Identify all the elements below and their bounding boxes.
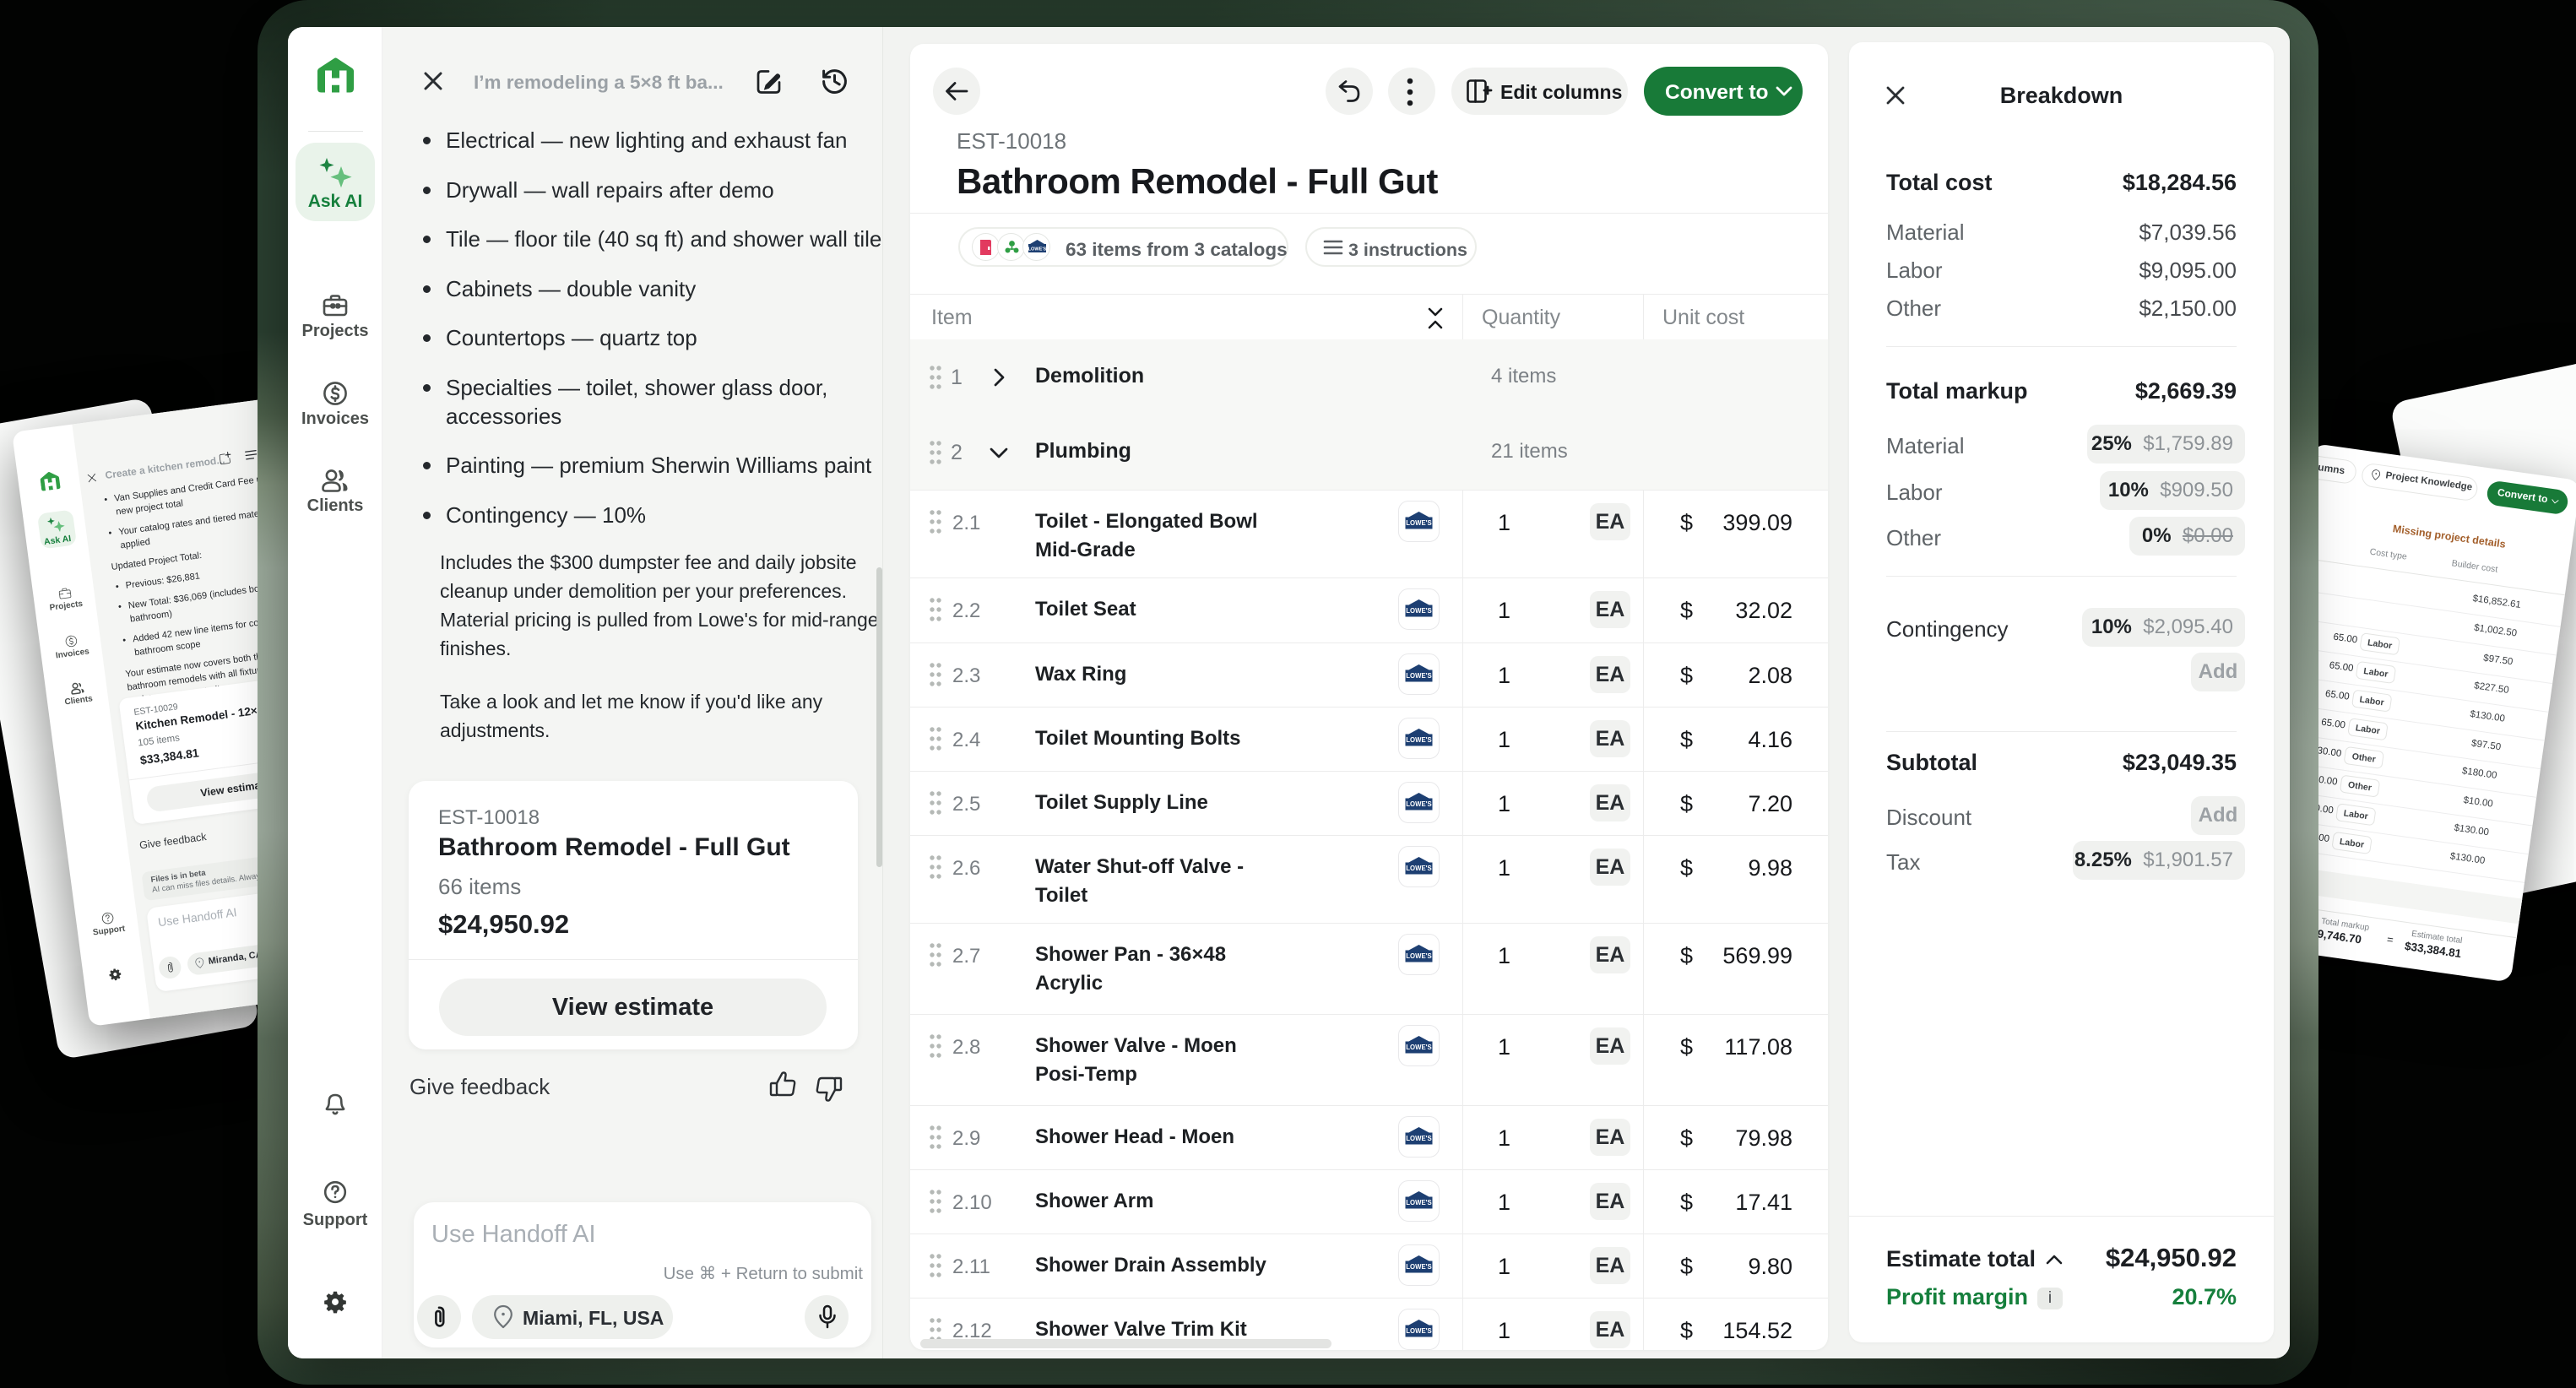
svg-text:LOWE'S: LOWE'S	[1406, 800, 1431, 808]
svg-text:LOWE'S: LOWE'S	[1028, 247, 1047, 252]
svg-text:LOWE'S: LOWE'S	[1406, 1044, 1431, 1051]
svg-text:LOWE'S: LOWE'S	[1406, 519, 1431, 527]
svg-text:LOWE'S: LOWE'S	[1406, 865, 1431, 872]
svg-text:LOWE'S: LOWE'S	[1406, 736, 1431, 744]
svg-text:LOWE'S: LOWE'S	[1406, 1263, 1431, 1271]
svg-text:LOWE'S: LOWE'S	[1406, 952, 1431, 960]
svg-text:LOWE'S: LOWE'S	[1406, 1135, 1431, 1142]
svg-text:LOWE'S: LOWE'S	[1406, 1327, 1431, 1335]
svg-text:LOWE'S: LOWE'S	[1406, 672, 1431, 680]
svg-text:LOWE'S: LOWE'S	[1406, 1199, 1431, 1206]
svg-text:LOWE'S: LOWE'S	[1406, 607, 1431, 615]
